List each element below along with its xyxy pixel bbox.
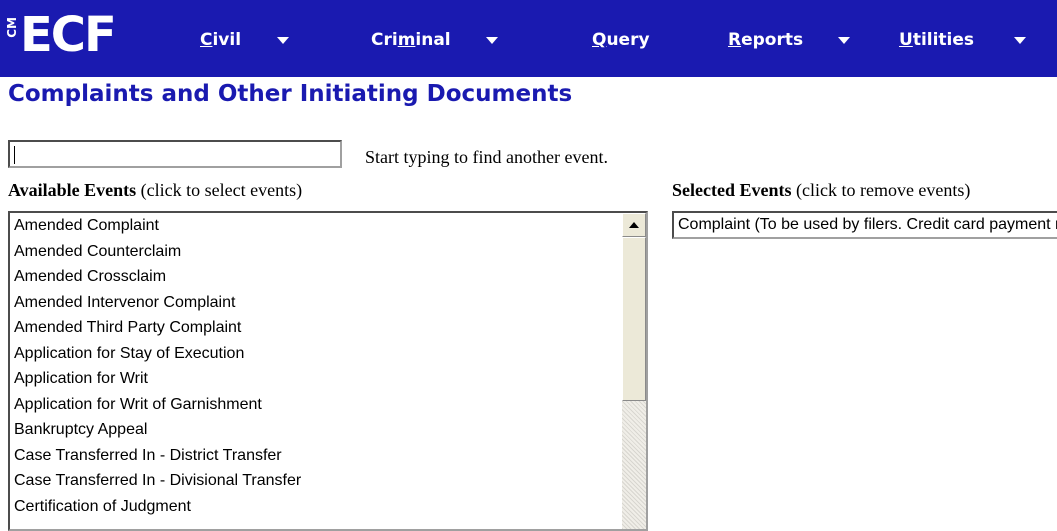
event-search-input[interactable] xyxy=(8,140,342,168)
available-event-item[interactable]: Amended Counterclaim xyxy=(10,239,646,265)
menu-criminal[interactable]: Criminal xyxy=(371,26,498,54)
text-cursor xyxy=(14,146,15,164)
top-navigation-bar: CM ECF Civil Criminal Query Reports Util… xyxy=(0,0,1057,77)
available-events-instruction: (click to select events) xyxy=(136,180,303,200)
logo-cm-text: CM xyxy=(5,17,19,38)
available-event-item[interactable]: Case Transferred In - District Transfer xyxy=(10,443,646,469)
available-event-item[interactable]: Certification of Judgment xyxy=(10,494,646,520)
page-title: Complaints and Other Initiating Document… xyxy=(8,81,573,107)
available-event-item[interactable]: Amended Third Party Complaint xyxy=(10,315,646,341)
available-event-item[interactable]: Amended Intervenor Complaint xyxy=(10,290,646,316)
menu-query-label: Query xyxy=(592,30,650,50)
selected-events-title: Selected Events xyxy=(672,180,792,200)
menu-civil-dropdown-icon[interactable] xyxy=(277,36,290,44)
scrollbar-thumb[interactable] xyxy=(622,237,646,401)
menu-reports-label: Reports xyxy=(728,30,804,50)
available-events-title: Available Events xyxy=(8,180,137,200)
available-events-heading: Available Events (click to select events… xyxy=(8,180,302,201)
menu-civil-label: Civil xyxy=(200,30,242,50)
menu-reports-dropdown-icon[interactable] xyxy=(838,36,851,44)
available-event-item[interactable]: Bankruptcy Appeal xyxy=(10,417,646,443)
selected-events-heading: Selected Events (click to remove events) xyxy=(672,180,970,201)
available-event-item[interactable]: Application for Writ xyxy=(10,366,646,392)
scroll-up-button[interactable] xyxy=(622,213,646,237)
cmecf-logo: CM ECF xyxy=(5,7,158,68)
menu-criminal-label: Criminal xyxy=(371,30,451,50)
menu-utilities-dropdown-icon[interactable] xyxy=(1014,36,1027,44)
available-event-item[interactable]: Amended Crossclaim xyxy=(10,264,646,290)
logo-ecf-text: ECF xyxy=(20,7,117,63)
available-event-item[interactable]: Application for Stay of Execution xyxy=(10,341,646,367)
available-events-list: Amended Complaint Amended Counterclaim Ame… xyxy=(10,213,646,519)
menu-utilities[interactable]: Utilities xyxy=(899,26,1027,54)
menu-reports[interactable]: Reports xyxy=(728,26,851,54)
menu-civil[interactable]: Civil xyxy=(200,26,290,54)
available-event-item[interactable]: Case Transferred In - Divisional Transfe… xyxy=(10,468,646,494)
menu-criminal-dropdown-icon[interactable] xyxy=(485,36,498,44)
available-events-scrollbar[interactable] xyxy=(622,213,646,529)
selected-events-instruction: (click to remove events) xyxy=(791,180,971,200)
search-hint-text: Start typing to find another event. xyxy=(365,147,608,167)
available-event-item[interactable]: Application for Writ of Garnishment xyxy=(10,392,646,418)
menu-query[interactable]: Query xyxy=(592,26,650,54)
menu-utilities-label: Utilities xyxy=(899,30,975,50)
available-events-listbox[interactable]: Amended Complaint Amended Counterclaim Ame… xyxy=(8,211,648,531)
selected-event-item[interactable]: Complaint (To be used by filers. Credit … xyxy=(674,213,1057,237)
selected-events-list: Complaint (To be used by filers. Credit … xyxy=(674,213,1057,237)
available-event-item[interactable]: Amended Complaint xyxy=(10,213,646,239)
scroll-up-arrow-icon xyxy=(629,222,639,228)
selected-events-listbox[interactable]: Complaint (To be used by filers. Credit … xyxy=(672,211,1057,239)
